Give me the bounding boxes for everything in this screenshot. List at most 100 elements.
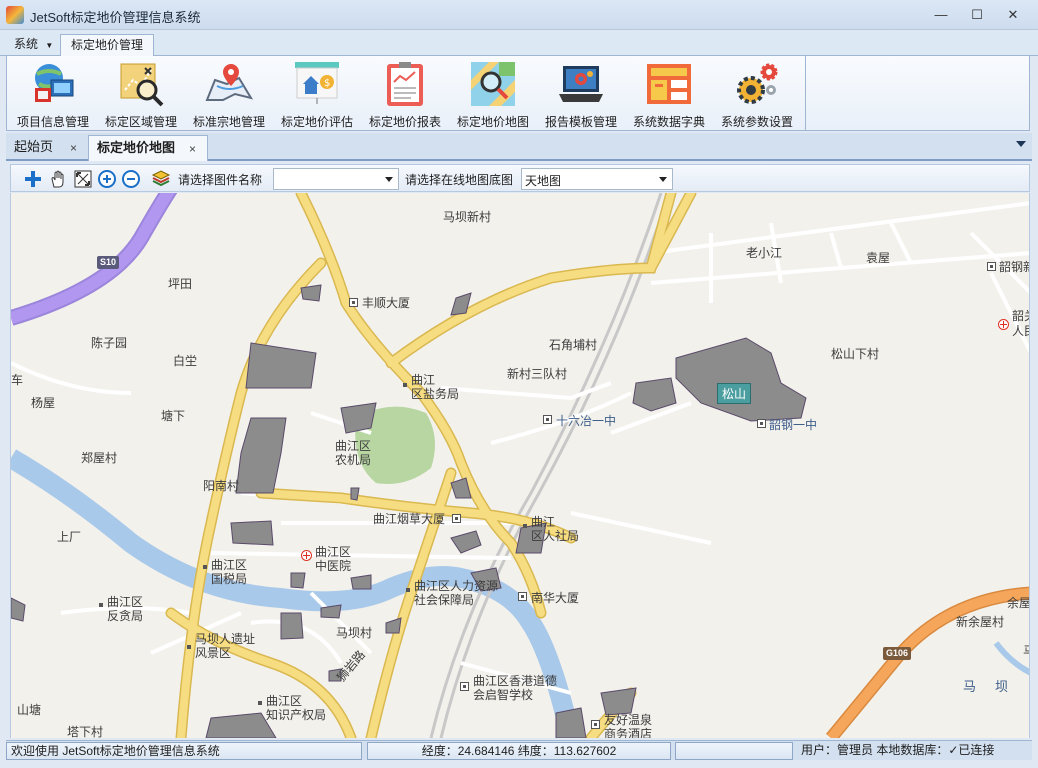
tab-land-price-map-label: 标定地价地图 (97, 140, 176, 155)
basemap-select-dropdown[interactable]: 天地图 (521, 168, 673, 190)
calibration-area-label: 标定区域管理 (104, 115, 177, 129)
map-label: 坝 (995, 679, 1009, 694)
expressway-shield: S10 (97, 256, 120, 269)
standard-parcel-label: 标准宗地管理 (192, 115, 265, 129)
standard-parcel-button[interactable]: 标准宗地管理 (185, 56, 273, 129)
tab-land-price-map[interactable]: 标定地价地图 × (88, 135, 208, 161)
maximize-button[interactable]: ☐ (964, 6, 990, 24)
data-dictionary-button[interactable]: 系统数据字典 (625, 56, 713, 129)
map-label: 马 (1023, 644, 1029, 658)
map-label: 曲江区 国税局 (211, 558, 248, 586)
tab-list-dropdown-icon[interactable] (1016, 141, 1026, 147)
tab-start-page[interactable]: 起始页 × (6, 135, 86, 161)
zoom-in-circle-icon[interactable] (97, 169, 117, 189)
minimize-button[interactable]: — (928, 6, 954, 24)
window-bottom-edge (0, 760, 1038, 768)
map-label: 新余屋村 (956, 615, 1005, 629)
layer-select-dropdown[interactable] (273, 168, 399, 190)
place-dot-icon (99, 603, 103, 607)
chevron-down-icon: ▼ (45, 41, 54, 50)
data-dictionary-label: 系统数据字典 (632, 115, 705, 129)
tab-system-label: 系统 (14, 37, 39, 51)
pan-hand-icon[interactable] (48, 169, 68, 189)
national-road-shield: G106 (883, 647, 912, 660)
school-poi-icon (757, 419, 766, 428)
project-info-button[interactable]: 项目信息管理 (9, 56, 97, 129)
close-button[interactable]: ✕ (1000, 6, 1026, 24)
chevron-down-icon (385, 177, 393, 182)
map-label: 白坣 (173, 354, 198, 368)
status-user-db: 用户：管理员 本地数据库：✓已连接 (801, 743, 995, 757)
basemap-select-label: 请选择在线地图底图 (405, 173, 514, 187)
zoom-in-icon[interactable] (23, 169, 43, 189)
map-label: 曲江区香港道德 会启智学校 (473, 674, 558, 702)
map-pin-icon (205, 64, 253, 101)
title-bar: JetSoft标定地价管理信息系统 — ☐ ✕ (0, 0, 1038, 30)
gears-icon (737, 63, 778, 104)
map-label: 曲江区人力资源 社会保障局 (414, 579, 499, 607)
data-dictionary-icon (647, 64, 691, 104)
map-label: 曲江烟草大厦 (373, 512, 446, 526)
window-title: JetSoft标定地价管理信息系统 (30, 10, 201, 25)
building-poi-icon (987, 262, 996, 271)
map-label: 曲江区 反贪局 (107, 595, 144, 623)
school-poi-icon (460, 682, 469, 691)
map-label: 袁屋 (866, 251, 891, 265)
map-magnifier-icon (471, 62, 515, 106)
map-label: 松山下村 (831, 347, 880, 361)
map-label: 老小江 (746, 246, 783, 260)
map-label: 坪田 (168, 277, 193, 291)
land-price-valuation-button[interactable]: $ 标定地价评估 (273, 56, 361, 129)
map-base-layer (11, 193, 1029, 738)
map-label: 韶钢新 (999, 260, 1029, 274)
map-label: 石角埔村 (549, 338, 598, 352)
status-coordinates: 经度：24.684146 纬度：113.627602 (367, 742, 671, 760)
zoom-out-circle-icon[interactable] (121, 169, 141, 189)
map-canvas[interactable]: S10 G106 松山 马坝新村 老小江 袁屋 韶钢新 坪田 丰顺大厦 韶关 人… (10, 193, 1030, 738)
place-dot-icon (187, 645, 191, 649)
map-label: 曲江区 知识产权局 (266, 694, 327, 722)
full-extent-icon[interactable] (73, 169, 93, 189)
map-label: 杨屋 (31, 396, 56, 410)
map-label: 塔下村 (67, 725, 104, 738)
hotel-poi-icon (591, 720, 600, 729)
tab-land-price-management[interactable]: 标定地价管理 (60, 34, 155, 57)
ribbon-tab-strip: 系统 ▼ 标定地价管理 (0, 31, 1038, 57)
map-label: 马坝人遗址 风景区 (195, 632, 256, 660)
map-label: 车 (11, 373, 24, 387)
tab-start-page-label: 起始页 (14, 139, 54, 154)
layers-icon[interactable] (151, 169, 171, 189)
close-icon[interactable]: × (70, 136, 77, 160)
map-label: 曲江 区人社局 (531, 515, 580, 543)
app-logo-icon (6, 6, 24, 24)
calibration-area-button[interactable]: 标定区域管理 (97, 56, 185, 129)
map-label: 郑屋村 (81, 451, 118, 465)
map-search-icon (120, 63, 164, 107)
map-label: 友好温泉 商务酒店 (604, 713, 653, 738)
map-label: 曲江 区盐务局 (411, 373, 460, 401)
place-dot-icon (258, 701, 262, 705)
svg-text:$: $ (324, 78, 330, 89)
peak-label: 松山 (717, 383, 752, 404)
land-price-report-label: 标定地价报表 (368, 115, 441, 129)
report-template-button[interactable]: 报告模板管理 (537, 56, 625, 129)
place-dot-icon (523, 524, 527, 528)
map-label: 曲江区 中医院 (315, 545, 352, 573)
map-label: 马坝新村 (443, 210, 492, 224)
map-label: 曲江区 农机局 (335, 439, 372, 467)
map-toolbar: 请选择图件名称 请选择在线地图底图 天地图 (10, 164, 1030, 192)
land-price-report-button[interactable]: 标定地价报表 (361, 56, 449, 129)
status-empty-panel (675, 742, 793, 760)
building-poi-icon (452, 514, 461, 523)
map-label: 陈子园 (91, 336, 128, 350)
tab-system[interactable]: 系统 ▼ (4, 34, 63, 56)
ribbon-panel: 项目信息管理 标定区域管理 标准宗地管理 $ 标定地价评估 标定地价报表 标定地… (6, 56, 806, 131)
place-dot-icon (403, 383, 407, 387)
map-label: 南华大厦 (531, 591, 580, 605)
globe-network-icon (35, 64, 74, 102)
map-label: 马坝村 (336, 626, 373, 640)
system-settings-button[interactable]: 系统参数设置 (713, 56, 801, 129)
laptop-gear-icon (559, 66, 603, 102)
close-icon[interactable]: × (189, 137, 196, 161)
land-price-map-button[interactable]: 标定地价地图 (449, 56, 537, 129)
